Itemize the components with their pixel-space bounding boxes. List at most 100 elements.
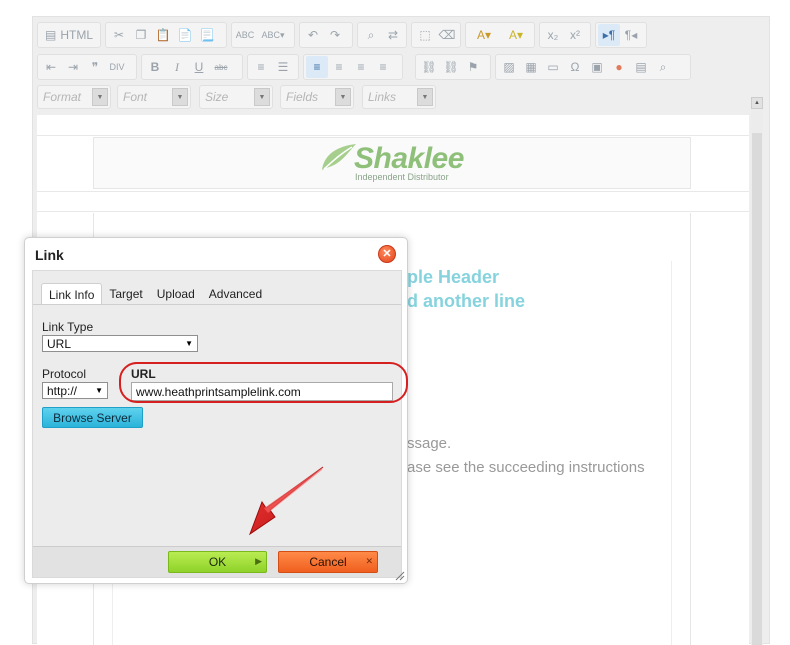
preview-icon[interactable]: ⌕: [652, 56, 674, 78]
color-group: A▾ A▾: [465, 22, 535, 48]
align-group: ≡ ≡ ≡ ≡: [303, 54, 403, 80]
select-group: ⬚ ⌫: [411, 22, 461, 48]
indent-icon[interactable]: ⇥: [62, 56, 84, 78]
chevron-down-icon: ▼: [92, 88, 108, 106]
bold-icon[interactable]: B: [144, 56, 166, 78]
copy-icon[interactable]: ❐: [130, 24, 152, 46]
scrollbar-thumb[interactable]: [752, 133, 762, 645]
history-group: ↶ ↷: [299, 22, 353, 48]
protocol-label: Protocol: [42, 367, 87, 381]
protocol-select[interactable]: http:// ▼: [42, 382, 108, 399]
underline-icon[interactable]: U: [188, 56, 210, 78]
tab-link-info[interactable]: Link Info: [41, 283, 103, 305]
italic-icon[interactable]: I: [166, 56, 188, 78]
links-combo[interactable]: Links ▼: [362, 85, 436, 109]
tab-upload[interactable]: Upload: [150, 283, 202, 305]
select-all-icon[interactable]: ⬚: [414, 24, 436, 46]
size-combo-label: Size: [205, 90, 229, 104]
font-combo-label: Font: [123, 90, 148, 104]
html-source-button[interactable]: ▤ HTML: [40, 24, 98, 46]
superscript-icon[interactable]: x²: [564, 24, 586, 46]
header-banner: Shaklee Independent Distributor: [93, 137, 691, 189]
find-icon[interactable]: ⌕: [360, 24, 382, 46]
cut-icon[interactable]: ✂: [108, 24, 130, 46]
font-combo[interactable]: Font ▼: [117, 85, 191, 109]
spellcheck-icon[interactable]: ABC: [234, 24, 256, 46]
format-combo[interactable]: Format ▼: [37, 85, 111, 109]
unlink-icon[interactable]: ⛓: [440, 56, 462, 78]
image-icon[interactable]: ▨: [498, 56, 520, 78]
undo-icon[interactable]: ↶: [302, 24, 324, 46]
paste-word-icon[interactable]: 📃: [196, 24, 218, 46]
chevron-down-icon: ▼: [185, 339, 193, 348]
div-icon[interactable]: DIV: [106, 56, 128, 78]
fields-combo-label: Fields: [286, 90, 319, 104]
ok-button[interactable]: OK ▶: [168, 551, 267, 573]
chevron-down-icon: ▼: [254, 88, 270, 106]
insert-group: ▨ ▦ ▭ Ω ▣ ● ▤ ⌕: [495, 54, 691, 80]
ltr-icon[interactable]: ▸¶: [598, 24, 620, 46]
blockquote-icon[interactable]: ❞: [84, 56, 106, 78]
tab-target[interactable]: Target: [102, 283, 149, 305]
table-icon[interactable]: ▦: [520, 56, 542, 78]
subscript-icon[interactable]: x₂: [542, 24, 564, 46]
horizontal-rule-icon[interactable]: ▭: [542, 56, 564, 78]
align-left-icon[interactable]: ≡: [306, 56, 328, 78]
close-icon[interactable]: ✕: [378, 245, 396, 263]
align-right-icon[interactable]: ≡: [350, 56, 372, 78]
chevron-down-icon: ▼: [172, 88, 188, 106]
template-icon[interactable]: ▤: [630, 56, 652, 78]
play-icon: ▶: [255, 556, 262, 566]
map-pin-icon[interactable]: ●: [608, 56, 630, 78]
redo-icon[interactable]: ↷: [324, 24, 346, 46]
strikethrough-icon[interactable]: abc: [210, 56, 232, 78]
replace-icon[interactable]: ⇄: [382, 24, 404, 46]
align-center-icon[interactable]: ≡: [328, 56, 350, 78]
logo-wordmark: Shaklee: [354, 142, 464, 175]
link-type-value: URL: [47, 336, 72, 351]
chevron-down-icon: ▼: [335, 88, 351, 106]
remove-format-icon[interactable]: ⌫: [436, 24, 458, 46]
sample-header-line-1: ple Header: [407, 267, 500, 287]
toolbar-row-1: ▤ HTML ✂ ❐ 📋 📄 📃 ABC ABC▾ ↶ ↷ ⌕ ⇄ ⬚ ⌫ A▾…: [37, 22, 767, 48]
text-color-icon[interactable]: A▾: [468, 24, 500, 46]
special-char-icon[interactable]: Ω: [564, 56, 586, 78]
scroll-up-arrow-icon[interactable]: ▲: [751, 97, 763, 109]
list-group: ≡ ☰: [247, 54, 299, 80]
dialog-tabs: Link Info Target Upload Advanced: [41, 283, 269, 305]
background-color-icon[interactable]: A▾: [500, 24, 532, 46]
paste-text-icon[interactable]: 📄: [174, 24, 196, 46]
link-type-select[interactable]: URL ▼: [42, 335, 198, 352]
outdent-icon[interactable]: ⇤: [40, 56, 62, 78]
anchor-flag-icon[interactable]: ⚑: [462, 56, 484, 78]
link-icon[interactable]: ⛓: [418, 56, 440, 78]
tab-advanced[interactable]: Advanced: [202, 283, 269, 305]
align-justify-icon[interactable]: ≡: [372, 56, 394, 78]
resize-grip-icon[interactable]: [393, 569, 405, 581]
sample-header-line-2: d another line: [407, 291, 526, 311]
leaf-icon: [322, 144, 356, 170]
paste-icon[interactable]: 📋: [152, 24, 174, 46]
toolbar-row-2: ⇤ ⇥ ❞ DIV B I U abc ≡ ☰ ≡ ≡ ≡ ≡ ⛓ ⛓ ⚑ ▨ …: [37, 54, 767, 80]
dialog-body: Link Info Target Upload Advanced Link Ty…: [32, 270, 408, 578]
cancel-button[interactable]: Cancel ✕: [278, 551, 378, 573]
numbered-list-icon[interactable]: ≡: [250, 56, 272, 78]
dialog-title: Link: [35, 247, 64, 263]
body-text-line-2: ase see the succeeding instructions: [407, 459, 645, 476]
html-source-label: HTML: [60, 28, 93, 42]
script-group: x₂ x²: [539, 22, 591, 48]
rtl-icon[interactable]: ¶◂: [620, 24, 642, 46]
browse-server-button[interactable]: Browse Server: [42, 407, 143, 428]
format-group: B I U abc: [141, 54, 243, 80]
body-text-line-1: ssage.: [407, 435, 452, 452]
size-combo[interactable]: Size ▼: [199, 85, 273, 109]
toolbar-row-3: Format ▼ Font ▼ Size ▼ Fields ▼ Links ▼: [37, 85, 767, 111]
url-highlight-annotation: [119, 362, 408, 403]
link-info-panel: Link Type URL ▼ Protocol http:// ▼ URL B…: [33, 304, 408, 546]
block-group: ⇤ ⇥ ❞ DIV: [37, 54, 137, 80]
spellcheck-auto-icon[interactable]: ABC▾: [256, 24, 290, 46]
fields-combo[interactable]: Fields ▼: [280, 85, 354, 109]
iframe-icon[interactable]: ▣: [586, 56, 608, 78]
bulleted-list-icon[interactable]: ☰: [272, 56, 294, 78]
chevron-down-icon: ▼: [95, 386, 103, 395]
